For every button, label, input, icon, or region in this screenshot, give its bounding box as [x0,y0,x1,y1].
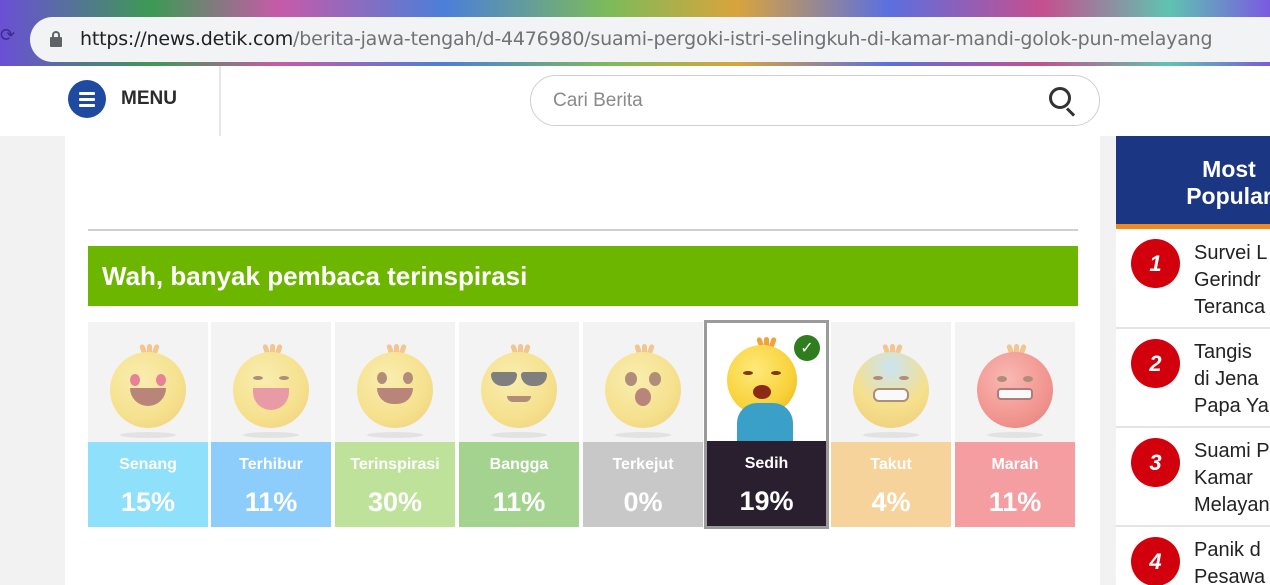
reaction-percent: 11% [492,487,546,517]
reaction-tile-terkejut[interactable]: Terkejut 0% [583,322,703,527]
browser-chrome: ⟳ https://news.detik.com/berita-jawa-ten… [0,0,1270,66]
reload-icon[interactable]: ⟳ [0,25,15,46]
url-path: /berita-jawa-tengah/d-4476980/suami-perg… [293,28,1213,50]
rank-badge: 3 [1131,438,1180,487]
reaction-tile-terinspirasi[interactable]: Terinspirasi 30% [335,322,455,527]
most-popular-header: Most Popular [1116,136,1270,226]
reaction-tile-bangga[interactable]: Bangga 11% [459,322,579,527]
article-content: Wah, banyak pembaca terinspirasi Senang … [65,136,1100,585]
reaction-name: Bangga [489,456,549,473]
rank-badge: 2 [1131,339,1180,388]
reaction-tile-sedih[interactable]: ✓ Sedih 19% [704,320,829,529]
reaction-banner: Wah, banyak pembaca terinspirasi [88,246,1078,306]
reaction-label-area: Bangga 11% [459,442,579,527]
face-area: ✓ [707,323,826,443]
reaction-tile-takut[interactable]: Takut 4% [831,322,951,527]
reaction-percent: 15% [120,487,176,517]
face-area [955,322,1075,442]
angry-face-icon [977,340,1053,438]
reaction-label-area: Terhibur 11% [211,442,331,527]
reaction-label-area: Terinspirasi 30% [335,442,455,527]
reaction-name: Terinspirasi [350,456,440,473]
reaction-tile-marah[interactable]: Marah 11% [955,322,1075,527]
surprised-face-icon [605,340,681,438]
menu-button[interactable]: MENU [68,80,177,118]
reaction-name: Sedih [744,455,789,472]
popular-item-4[interactable]: 4 Panik d Pesawa [1116,527,1270,585]
url-text[interactable]: https://news.detik.com/berita-jawa-tenga… [80,28,1213,50]
face-area [831,322,951,442]
face-area [335,322,455,442]
popular-title-line: Gerindr [1194,269,1261,291]
reaction-banner-text: Wah, banyak pembaca terinspirasi [102,261,528,291]
rank-badge: 1 [1131,239,1180,288]
rank-badge: 4 [1131,537,1180,585]
reaction-name: Terkejut [612,456,674,473]
popular-title-line: Tangis [1194,341,1252,363]
face-area [583,322,703,442]
tongue-face-icon [233,340,309,438]
face-area [88,322,208,442]
hamburger-icon [68,80,106,118]
reaction-label-area: Takut 4% [831,442,951,527]
reaction-tile-senang[interactable]: Senang 15% [88,322,208,527]
most-popular-title-line2: Popular [1186,183,1270,209]
popular-title-line: Pesawa [1194,566,1266,585]
divider [88,229,1078,231]
popular-item-3[interactable]: 3 Suami P Kamar Melayan [1116,428,1270,527]
scared-face-icon [853,340,929,438]
search-box [530,75,1100,126]
check-icon: ✓ [794,335,820,361]
reaction-label-area: Terkejut 0% [583,442,703,527]
reaction-percent: 0% [623,487,663,517]
happy-face-icon [110,340,186,438]
sunglasses-face-icon [481,340,557,438]
reaction-percent: 19% [739,486,794,516]
face-area [211,322,331,442]
header-divider [219,66,221,136]
popular-item-1[interactable]: 1 Survei L Gerindr Teranca [1116,229,1270,329]
popular-title-line: Suami P [1194,440,1270,462]
popular-title-line: Panik d [1194,539,1261,561]
reaction-name: Senang [119,456,177,473]
reaction-name: Terhibur [239,456,303,473]
reaction-name: Takut [870,456,912,473]
reaction-tile-terhibur[interactable]: Terhibur 11% [211,322,331,527]
inspired-face-icon [357,340,433,438]
reaction-percent: 4% [871,487,911,517]
most-popular-sidebar: Most Popular 1 Survei L Gerindr Teranca … [1116,136,1270,585]
crying-face-icon [727,333,803,443]
popular-title-line: Survei L [1194,242,1268,264]
reaction-percent: 30% [367,487,423,517]
reaction-label-area: Marah 11% [955,442,1075,527]
search-icon[interactable] [1049,87,1077,117]
url-host: https://news.detik.com [80,28,294,50]
menu-label: MENU [121,88,177,109]
popular-item-2[interactable]: 2 Tangis di Jena Papa Ya [1116,329,1270,428]
popular-title-line: Teranca [1194,296,1266,318]
popular-title-line: di Jena [1194,368,1259,390]
popular-title-line: Papa Ya [1194,395,1269,417]
site-header: MENU [0,66,1270,136]
lock-icon [50,31,62,47]
search-input[interactable] [553,88,1033,114]
reaction-label-area: Sedih 19% [707,441,826,526]
reaction-label-area: Senang 15% [88,442,208,527]
reaction-percent: 11% [244,487,298,517]
popular-title-line: Kamar [1194,467,1253,489]
address-bar[interactable]: https://news.detik.com/berita-jawa-tenga… [30,17,1270,62]
face-area [459,322,579,442]
reaction-grid: Senang 15% Terhibur 11% Terinspirasi 30%… [88,320,1078,529]
reaction-percent: 11% [988,487,1042,517]
most-popular-title-line1: Most [1202,156,1256,182]
popular-title-line: Melayan [1194,494,1270,516]
reaction-name: Marah [991,456,1039,473]
